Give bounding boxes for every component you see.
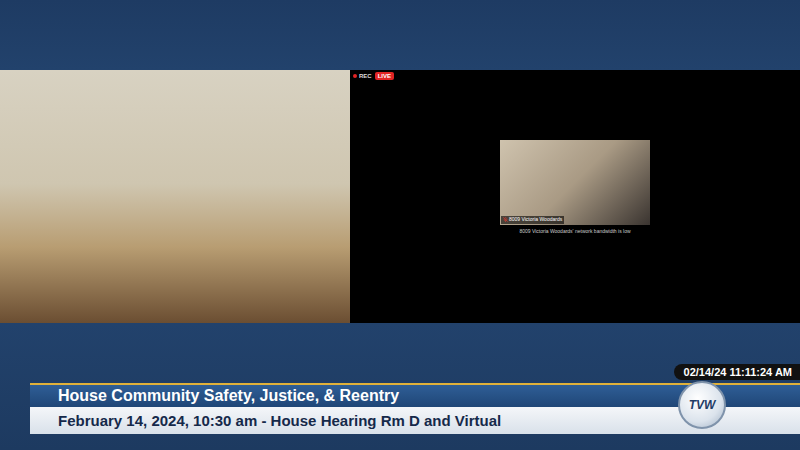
top-band [0,0,800,70]
live-badge: LIVE [375,72,394,80]
timestamp-row: 02/14/24 11:11:24 AM [30,364,800,380]
rec-dot-icon [353,74,357,78]
lower-third: House Community Safety, Justice, & Reent… [30,383,800,434]
participant-caption: 8009 Victoria Woodards [501,216,564,224]
meeting-canvas: RECLIVE 8009 Victoria Woodards 8009 Victor… [350,70,800,323]
participant-tile[interactable]: 8009 Victoria Woodards [500,140,650,225]
hearing-room-feed [0,70,350,323]
mic-off-icon [503,217,508,222]
bandwidth-notice: 8009 Victoria Woodards' network bandwidt… [519,228,630,234]
tvw-logo-icon: TVW [678,381,726,429]
timestamp: 02/14/24 11:11:24 AM [674,364,800,380]
video-row: RECLIVE 8009 Victoria Woodards 8009 Victor… [0,70,800,323]
rec-indicator: REC [353,73,372,79]
meeting-toolbar: RECLIVE [353,72,394,80]
broadcast-screen: RECLIVE 8009 Victoria Woodards 8009 Victor… [0,0,800,450]
bottom-band: 02/14/24 11:11:24 AM House Community Safe… [0,323,800,450]
